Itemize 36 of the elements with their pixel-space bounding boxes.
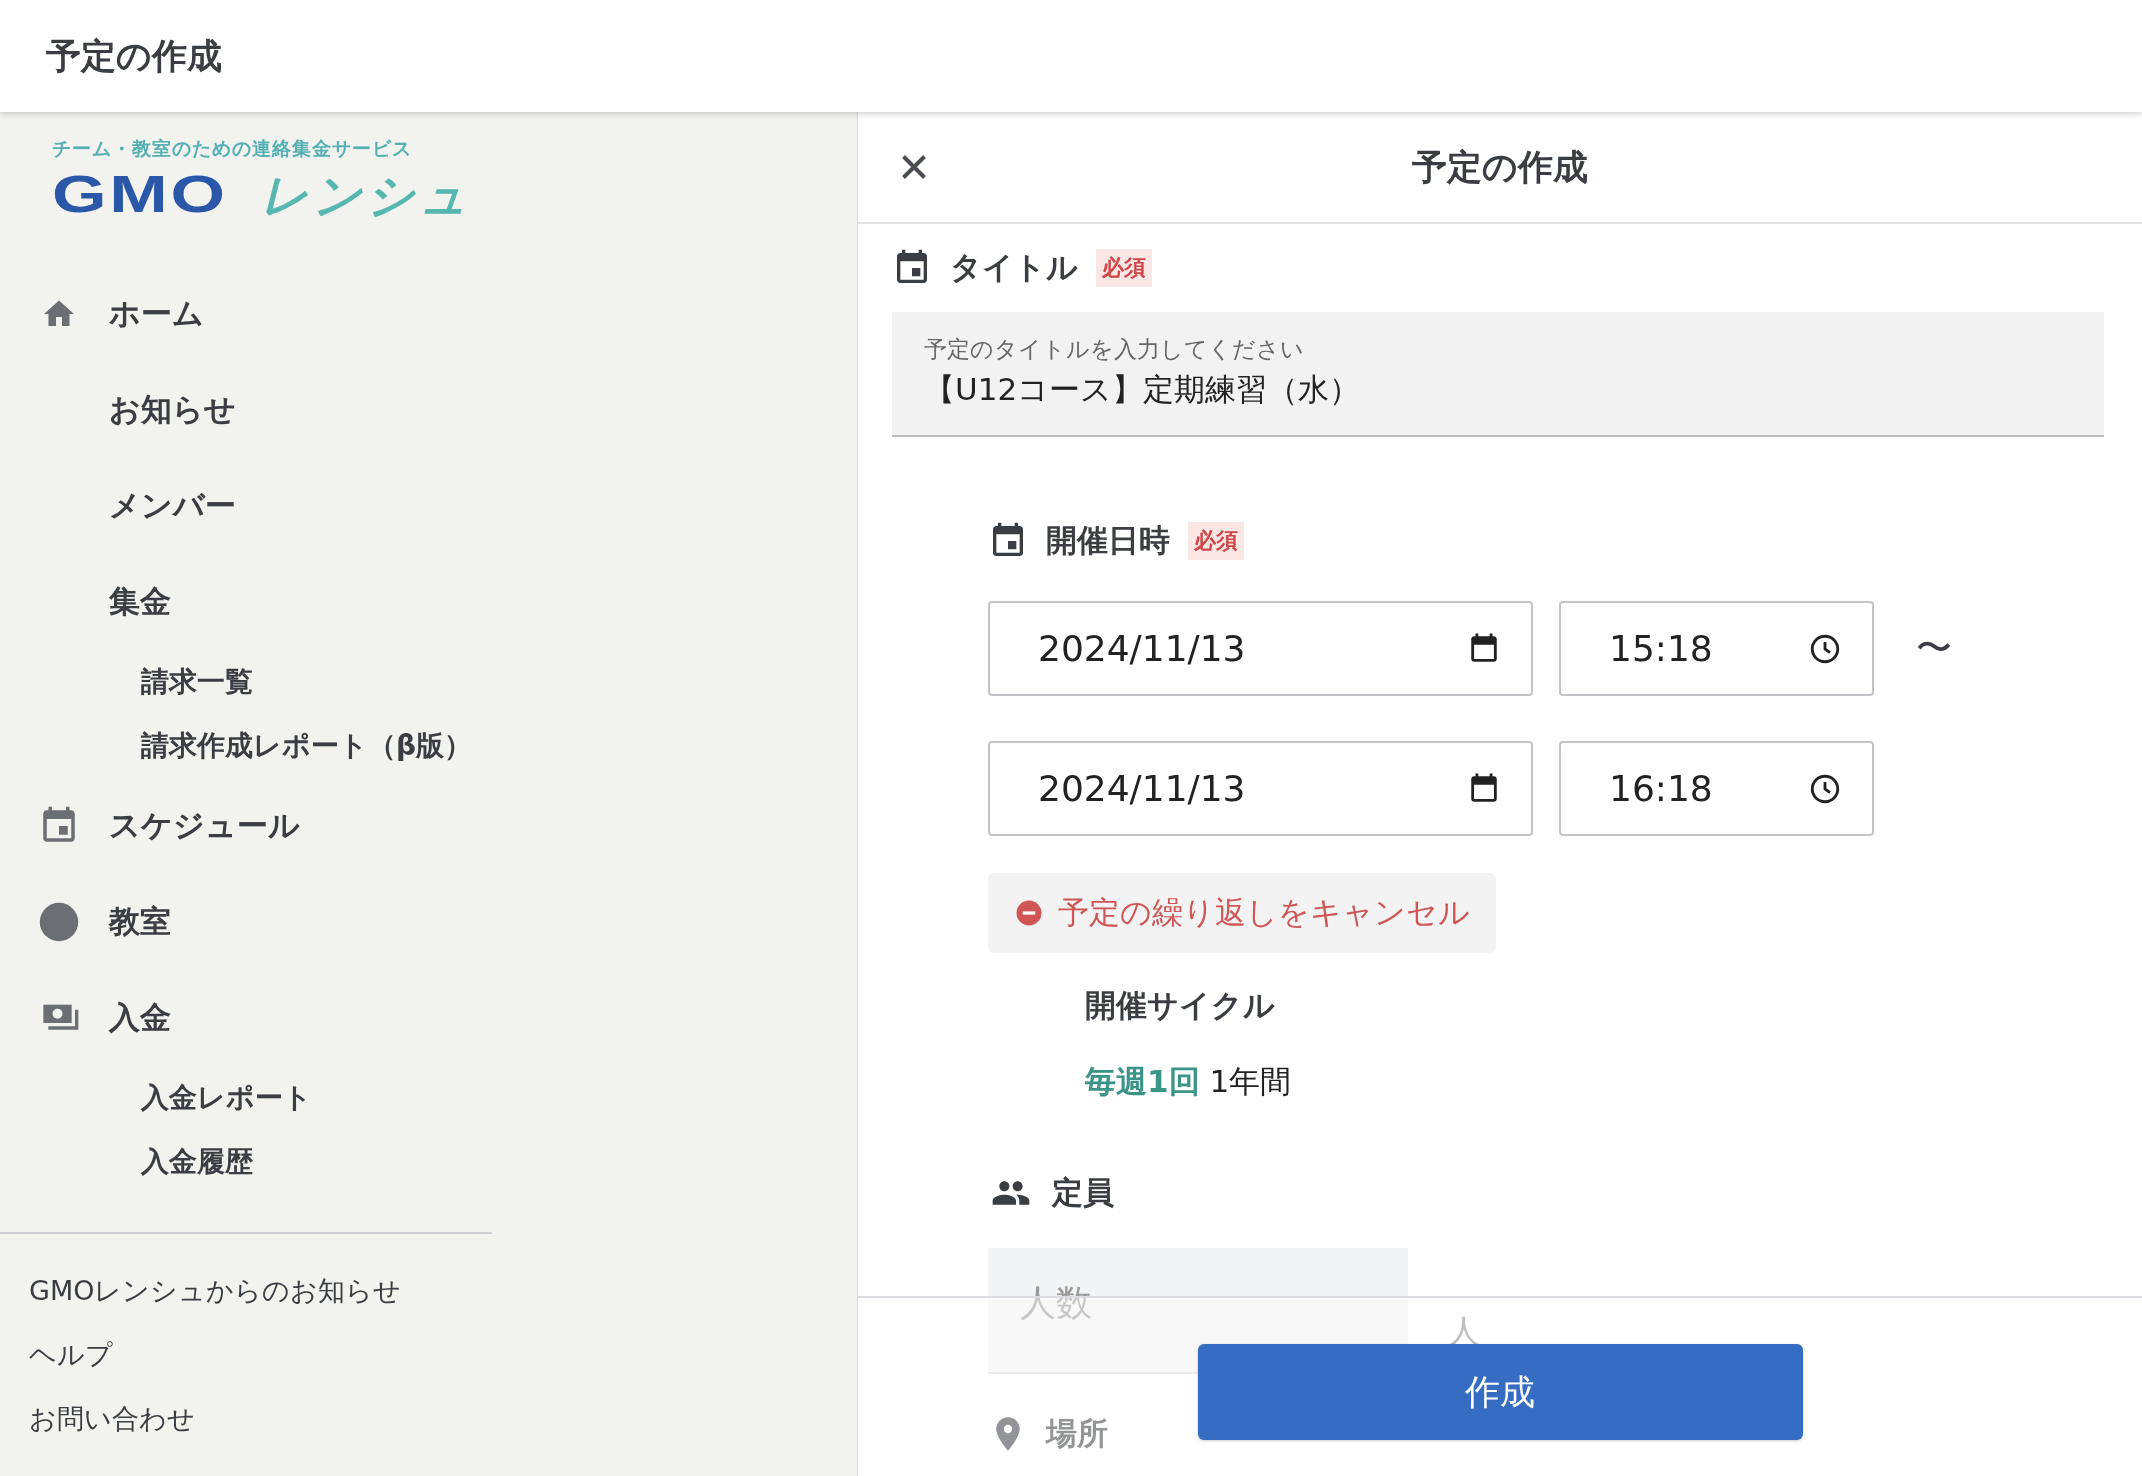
cycle-value: 毎週1回 1年間 bbox=[1085, 1062, 1293, 1101]
section-label: 定員 bbox=[1052, 1173, 1114, 1212]
nav-subitem[interactable]: 請求一覧 bbox=[141, 663, 253, 701]
logo-tagline: チーム・教室のための連絡集金サービス bbox=[52, 136, 413, 161]
nav-item[interactable]: スケジュール bbox=[109, 805, 300, 847]
date-field[interactable]: 2024/11/13 bbox=[988, 741, 1533, 836]
nav-item[interactable]: お知らせ bbox=[109, 389, 236, 431]
nav-subitem[interactable]: 入金履歴 bbox=[141, 1143, 253, 1181]
time-field[interactable]: 15:18 bbox=[1559, 601, 1874, 696]
footer-link[interactable]: GMOレンシュからのお知らせ bbox=[29, 1274, 857, 1308]
time-field[interactable]: 16:18 bbox=[1559, 741, 1874, 836]
nav-item[interactable]: 集金 bbox=[109, 581, 171, 623]
section-label: 開催日時 bbox=[1046, 521, 1170, 560]
page-title: 予定の作成 bbox=[46, 34, 222, 78]
date-field[interactable]: 2024/11/13 bbox=[988, 601, 1533, 696]
required-badge: 必須 bbox=[1188, 522, 1244, 560]
nav-item[interactable]: 教室 bbox=[109, 901, 171, 943]
nav-item[interactable]: メンバー bbox=[109, 485, 236, 527]
nav-item[interactable]: ホーム bbox=[109, 293, 204, 335]
footer-link[interactable]: お問い合わせ bbox=[29, 1402, 857, 1436]
section-label: タイトル bbox=[950, 248, 1078, 287]
minus-circle-icon bbox=[1014, 898, 1044, 928]
nav-subitem[interactable]: 入金レポート bbox=[141, 1079, 312, 1117]
create-button[interactable]: 作成 bbox=[1197, 1344, 1803, 1440]
logo-wordmark[interactable]: GMO bbox=[52, 164, 228, 224]
circle-icon bbox=[38, 901, 80, 943]
cancel-repeat-button[interactable]: 予定の繰り返しをキャンセル bbox=[988, 873, 1496, 953]
nav-subitem[interactable]: 請求作成レポート（β版） bbox=[141, 727, 473, 765]
panel-title: 予定の作成 bbox=[1412, 145, 1588, 189]
cycle-label: 開催サイクル bbox=[1085, 986, 1276, 1025]
range-separator: 〜 bbox=[1916, 626, 1952, 670]
footer-link[interactable]: ヘルプ bbox=[29, 1338, 857, 1372]
required-badge: 必須 bbox=[1096, 249, 1152, 287]
nav-item[interactable]: 入金 bbox=[109, 997, 171, 1039]
section-label: 場所 bbox=[1046, 1414, 1108, 1453]
title-input-field[interactable]: 予定のタイトルを入力してください 【U12コース】定期練習（水） bbox=[892, 312, 2104, 437]
